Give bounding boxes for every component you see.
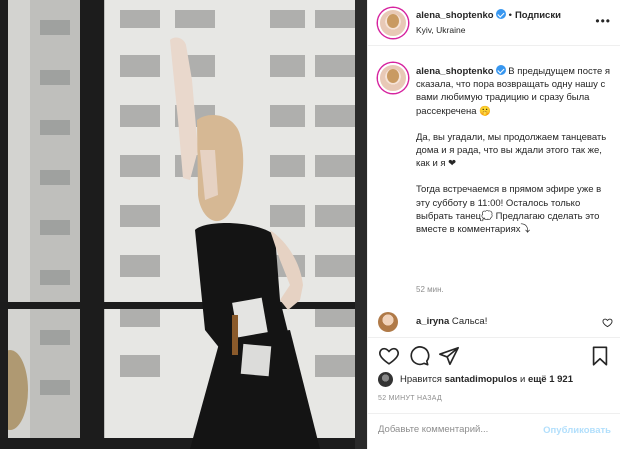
- comment-item: a_iryna Сальса!: [378, 312, 613, 332]
- following-button[interactable]: Подписки: [515, 10, 561, 21]
- dancer-photo-image: [0, 0, 367, 449]
- liker-avatar[interactable]: [378, 372, 393, 387]
- heart-icon[interactable]: [378, 345, 400, 367]
- commenter-avatar[interactable]: [378, 312, 398, 332]
- comment-text: a_iryna Сальса!: [416, 316, 487, 327]
- publish-button[interactable]: Опубликовать: [543, 425, 611, 436]
- liker-username[interactable]: santadimopulos: [445, 374, 518, 385]
- caption-username[interactable]: alena_shoptenko: [416, 66, 494, 77]
- location-link[interactable]: Kyiv, Ukraine: [416, 25, 465, 35]
- likes-count-link[interactable]: ещё 1 921: [528, 374, 573, 385]
- caption-paragraph-2: Да, вы угадали, мы продолжаем танцевать …: [416, 131, 607, 170]
- likes-summary: Нравится santadimopulos и ещё 1 921: [378, 372, 618, 388]
- commenter-username[interactable]: a_iryna: [416, 316, 449, 327]
- post-timestamp[interactable]: 52 МИНУТ НАЗАД: [378, 395, 442, 402]
- share-icon[interactable]: [438, 345, 460, 367]
- caption-time-ago[interactable]: 52 мин.: [416, 285, 444, 294]
- bookmark-icon[interactable]: [589, 345, 611, 367]
- comment-body: Сальса!: [451, 316, 488, 327]
- verified-badge-icon: [495, 9, 506, 19]
- comment-icon[interactable]: [408, 345, 430, 367]
- post-side-panel: alena_shoptenko • Подписки Kyiv, Ukraine •…: [367, 0, 620, 449]
- caption-paragraph-3: Тогда встречаемся в прямом эфире уже в э…: [416, 184, 602, 236]
- header-user-line: alena_shoptenko • Подписки: [416, 9, 561, 21]
- comment-input[interactable]: [378, 424, 528, 435]
- caption-paragraph-1: alena_shoptenko В предыдущем посте я ска…: [416, 65, 611, 117]
- post-caption: alena_shoptenko В предыдущем посте я ска…: [416, 65, 612, 249]
- comments-area: alena_shoptenko В предыдущем посте я ска…: [368, 47, 620, 337]
- add-comment-bar: Опубликовать: [368, 413, 620, 449]
- separator-dot: •: [508, 10, 512, 21]
- author-username-link[interactable]: alena_shoptenko: [416, 10, 494, 21]
- author-avatar[interactable]: [378, 8, 408, 38]
- likes-text: Нравится santadimopulos и ещё 1 921: [400, 374, 573, 385]
- more-dots-icon[interactable]: •••: [595, 14, 611, 28]
- post-photo[interactable]: [0, 0, 367, 449]
- verified-badge-icon: [495, 65, 506, 75]
- caption-author-avatar[interactable]: [378, 63, 408, 93]
- comment-like-heart-icon[interactable]: [602, 317, 613, 328]
- post-actions-bar: [368, 337, 620, 373]
- post-header: alena_shoptenko • Подписки Kyiv, Ukraine •…: [368, 0, 620, 46]
